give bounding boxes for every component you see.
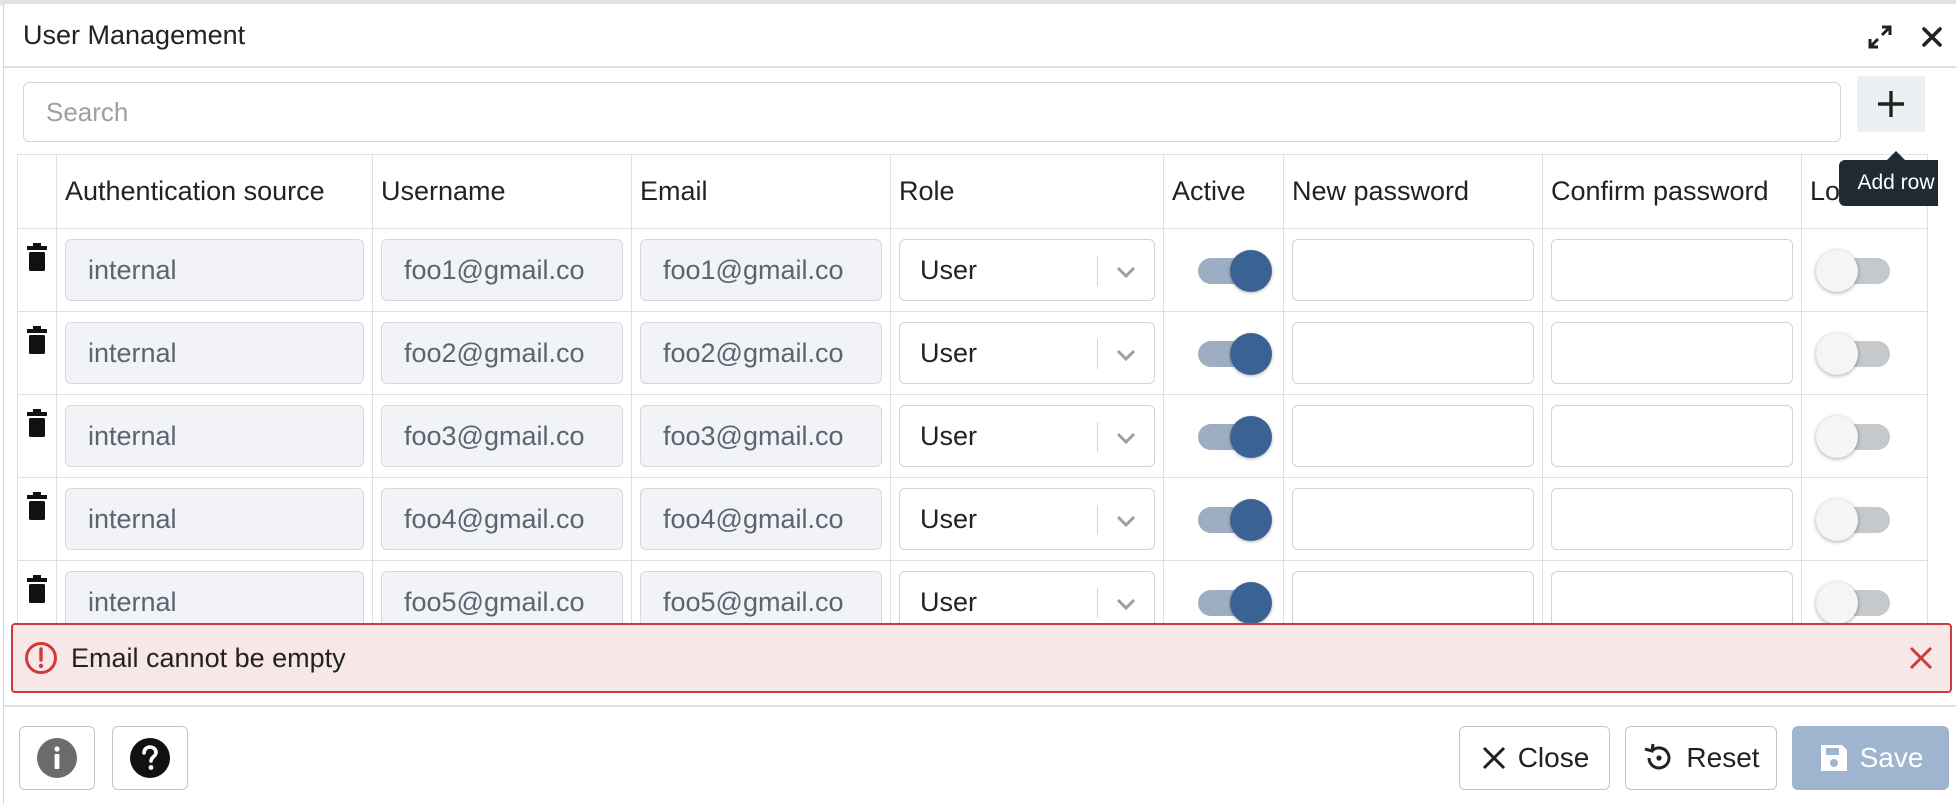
search-input[interactable] [23, 82, 1841, 142]
locked-toggle[interactable] [1816, 499, 1890, 541]
select-separator [1097, 256, 1098, 286]
close-icon[interactable] [1918, 23, 1946, 51]
username-field: foo3@gmail.co [381, 405, 623, 467]
confirm-password-field[interactable] [1551, 322, 1793, 384]
error-message: Email cannot be empty [71, 642, 346, 673]
role-select-value: User [920, 503, 978, 534]
column-header-username: Username [372, 154, 632, 229]
confirm-password-field[interactable] [1551, 239, 1793, 301]
role-select-value: User [920, 586, 978, 617]
locked-toggle[interactable] [1816, 333, 1890, 375]
table-header-row: Authentication source Username Email Rol… [17, 154, 1928, 229]
role-select[interactable]: User [899, 239, 1155, 301]
table-row: internal foo2@gmail.co foo2@gmail.co User [17, 311, 1928, 395]
user-grid-panel: Authentication source Username Email Rol… [17, 76, 1938, 700]
username-field: foo1@gmail.co [381, 239, 623, 301]
column-header-auth-source: Authentication source [56, 154, 373, 229]
trash-icon[interactable] [18, 229, 56, 311]
email-field: foo2@gmail.co [640, 322, 882, 384]
confirm-password-field[interactable] [1551, 405, 1793, 467]
role-select-value: User [920, 254, 978, 285]
dialog-footer: Close Reset Save [4, 705, 1956, 804]
dialog-titlebar: User Management [4, 4, 1956, 68]
chevron-down-icon[interactable] [1112, 590, 1140, 618]
reset-icon [1645, 743, 1671, 770]
close-icon [1482, 746, 1505, 770]
help-button[interactable] [112, 726, 188, 790]
chevron-down-icon[interactable] [1112, 424, 1140, 452]
reset-button-label: Reset [1686, 742, 1760, 773]
new-password-field[interactable] [1292, 405, 1534, 467]
column-header-confirm-password: Confirm password [1542, 154, 1802, 229]
new-password-field[interactable] [1292, 239, 1534, 301]
table-row: internal foo3@gmail.co foo3@gmail.co User [17, 394, 1928, 478]
select-separator [1097, 505, 1098, 535]
select-separator [1097, 588, 1098, 618]
locked-toggle[interactable] [1816, 416, 1890, 458]
confirm-password-field[interactable] [1551, 488, 1793, 550]
column-header-role: Role [890, 154, 1164, 229]
column-header-email: Email [631, 154, 891, 229]
trash-icon[interactable] [18, 478, 56, 560]
table-row: internal foo4@gmail.co foo4@gmail.co User [17, 477, 1928, 561]
info-button[interactable] [19, 726, 95, 790]
chevron-down-icon[interactable] [1112, 258, 1140, 286]
trash-icon[interactable] [18, 312, 56, 394]
column-header-actions [17, 154, 57, 229]
auth-source-field: internal [65, 239, 364, 301]
add-row-button[interactable] [1857, 76, 1925, 132]
username-field: foo4@gmail.co [381, 488, 623, 550]
auth-source-field: internal [65, 405, 364, 467]
role-select-value: User [920, 420, 978, 451]
locked-toggle[interactable] [1816, 250, 1890, 292]
email-field: foo1@gmail.co [640, 239, 882, 301]
trash-icon[interactable] [18, 395, 56, 477]
user-management-dialog: User Management Authentication source Us… [3, 4, 1956, 804]
active-toggle[interactable] [1198, 499, 1272, 541]
username-field: foo2@gmail.co [381, 322, 623, 384]
locked-toggle[interactable] [1816, 582, 1890, 624]
select-separator [1097, 339, 1098, 369]
info-icon [37, 738, 77, 778]
select-separator [1097, 422, 1098, 452]
error-banner: Email cannot be empty [11, 623, 1952, 693]
role-select-value: User [920, 337, 978, 368]
save-icon [1820, 745, 1847, 771]
help-icon [130, 738, 170, 778]
close-button[interactable]: Close [1459, 726, 1610, 790]
new-password-field[interactable] [1292, 488, 1534, 550]
dialog-title: User Management [23, 20, 246, 50]
alert-circle-icon [23, 640, 59, 676]
active-toggle[interactable] [1198, 333, 1272, 375]
active-toggle[interactable] [1198, 250, 1272, 292]
auth-source-field: internal [65, 322, 364, 384]
column-header-active: Active [1163, 154, 1284, 229]
active-toggle[interactable] [1198, 582, 1272, 624]
users-table: Authentication source Username Email Rol… [17, 154, 1928, 644]
active-toggle[interactable] [1198, 416, 1272, 458]
expand-icon[interactable] [1866, 23, 1894, 51]
auth-source-field: internal [65, 488, 364, 550]
chevron-down-icon[interactable] [1112, 341, 1140, 369]
email-field: foo4@gmail.co [640, 488, 882, 550]
role-select[interactable]: User [899, 405, 1155, 467]
new-password-field[interactable] [1292, 322, 1534, 384]
reset-button[interactable]: Reset [1625, 726, 1777, 790]
save-button[interactable]: Save [1792, 726, 1949, 790]
column-header-new-password: New password [1283, 154, 1543, 229]
close-button-label: Close [1517, 742, 1590, 773]
chevron-down-icon[interactable] [1112, 507, 1140, 535]
x-icon[interactable] [1906, 643, 1936, 673]
save-button-label: Save [1859, 742, 1924, 773]
email-field: foo3@gmail.co [640, 405, 882, 467]
role-select[interactable]: User [899, 322, 1155, 384]
add-row-tooltip: Add row [1839, 151, 1938, 206]
plus-icon [1878, 91, 1904, 117]
table-row: internal foo1@gmail.co foo1@gmail.co User [17, 228, 1928, 312]
role-select[interactable]: User [899, 488, 1155, 550]
